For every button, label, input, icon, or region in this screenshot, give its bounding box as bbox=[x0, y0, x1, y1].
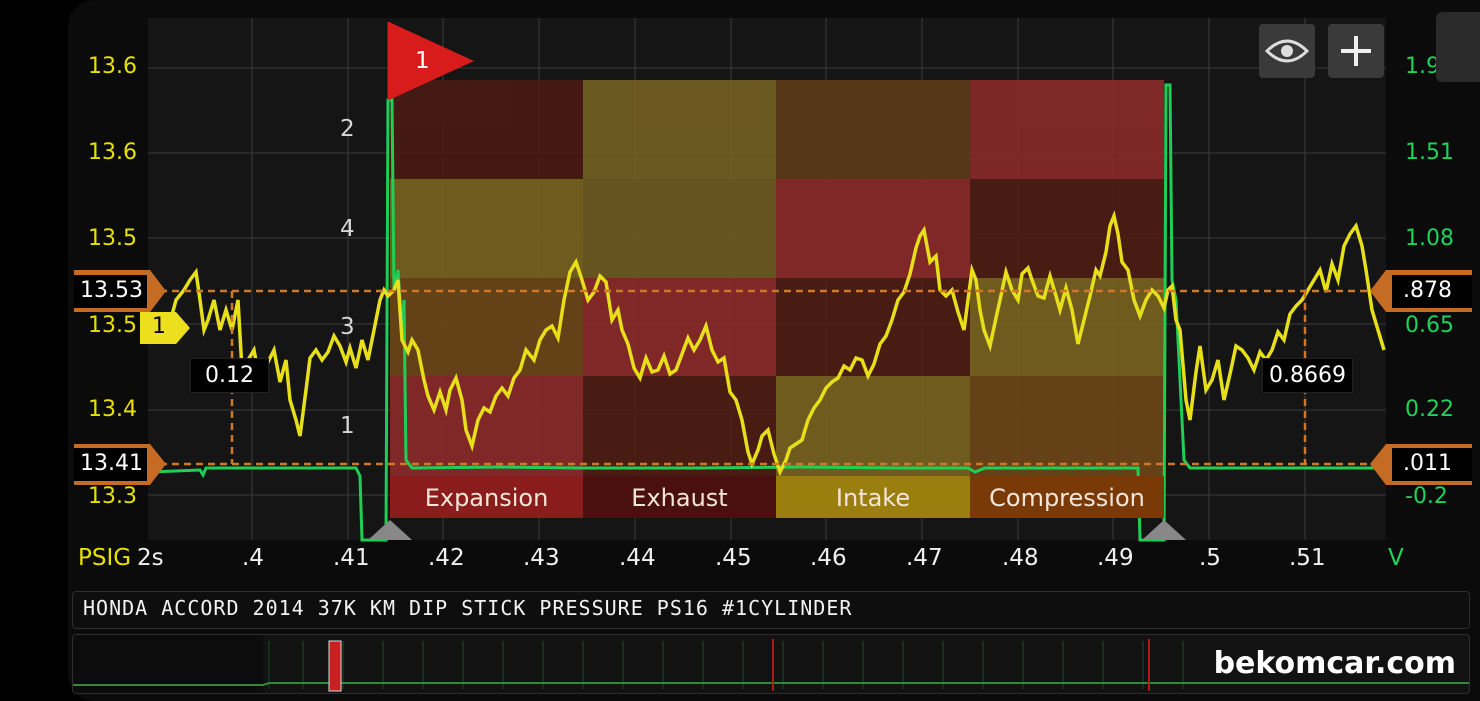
timebase-label[interactable]: 2s bbox=[137, 545, 164, 571]
channel-marker-label[interactable]: 1 bbox=[152, 314, 166, 339]
phase-compression: Compression bbox=[970, 476, 1164, 518]
x-axis-tick: .47 bbox=[906, 545, 943, 571]
x-axis-tick: .49 bbox=[1097, 545, 1134, 571]
x-axis-tick: .42 bbox=[428, 545, 465, 571]
recording-title: HONDA ACCORD 2014 37K KM DIP STICK PRESS… bbox=[83, 596, 853, 620]
left-axis-tick: 13.6 bbox=[88, 54, 137, 79]
x-axis-tick: .43 bbox=[523, 545, 560, 571]
side-panel-handle[interactable] bbox=[1436, 12, 1480, 82]
left-axis-tick: 13.3 bbox=[88, 484, 137, 509]
right-axis-tick: 1.51 bbox=[1405, 140, 1454, 165]
trigger-flag-label[interactable]: 1 bbox=[415, 48, 430, 74]
eye-icon bbox=[1265, 39, 1309, 63]
upper-right-cursor-value: .878 bbox=[1403, 278, 1452, 303]
phase-expansion: Expansion bbox=[390, 476, 583, 518]
phase-exhaust: Exhaust bbox=[583, 476, 776, 518]
upper-left-cursor-value: 13.53 bbox=[80, 278, 143, 303]
right-axis-unit: V bbox=[1388, 545, 1404, 571]
x-axis-tick: .44 bbox=[619, 545, 656, 571]
left-axis-tick: 13.5 bbox=[88, 226, 137, 251]
phase-intake: Intake bbox=[776, 476, 970, 518]
left-axis-unit: PSIG bbox=[78, 545, 132, 571]
right-axis-tick: -0.2 bbox=[1405, 484, 1448, 509]
x-axis-tick: .41 bbox=[333, 545, 370, 571]
left-axis-tick: 13.6 bbox=[88, 140, 137, 165]
lower-right-cursor-value: .011 bbox=[1403, 451, 1452, 476]
x-axis-tick: .4 bbox=[242, 545, 264, 571]
firing-order-label: 3 bbox=[340, 314, 355, 340]
right-delta-readout: 0.8669 bbox=[1262, 358, 1353, 393]
watermark: bekomcar.com bbox=[1213, 646, 1456, 681]
plus-icon bbox=[1341, 36, 1371, 66]
right-axis-tick: 1.08 bbox=[1405, 226, 1454, 251]
lower-left-cursor-value: 13.41 bbox=[80, 451, 143, 476]
add-channel-button[interactable] bbox=[1328, 24, 1384, 78]
x-axis-tick: .46 bbox=[810, 545, 847, 571]
firing-order-label: 1 bbox=[340, 413, 355, 439]
x-axis-tick: .45 bbox=[715, 545, 752, 571]
recording-title-bar: HONDA ACCORD 2014 37K KM DIP STICK PRESS… bbox=[72, 591, 1470, 629]
left-axis-tick: 13.5 bbox=[88, 313, 137, 338]
x-axis-tick: .5 bbox=[1199, 545, 1221, 571]
x-axis-tick: .51 bbox=[1289, 545, 1326, 571]
right-axis-tick: 0.22 bbox=[1405, 397, 1454, 422]
view-toggle-button[interactable] bbox=[1259, 24, 1315, 78]
x-axis-tick: .48 bbox=[1002, 545, 1039, 571]
left-axis-tick: 13.4 bbox=[88, 397, 137, 422]
right-axis-tick: 0.65 bbox=[1405, 313, 1454, 338]
firing-order-label: 4 bbox=[340, 216, 355, 242]
left-delta-readout: 0.12 bbox=[190, 358, 269, 393]
firing-order-label: 2 bbox=[340, 116, 355, 142]
